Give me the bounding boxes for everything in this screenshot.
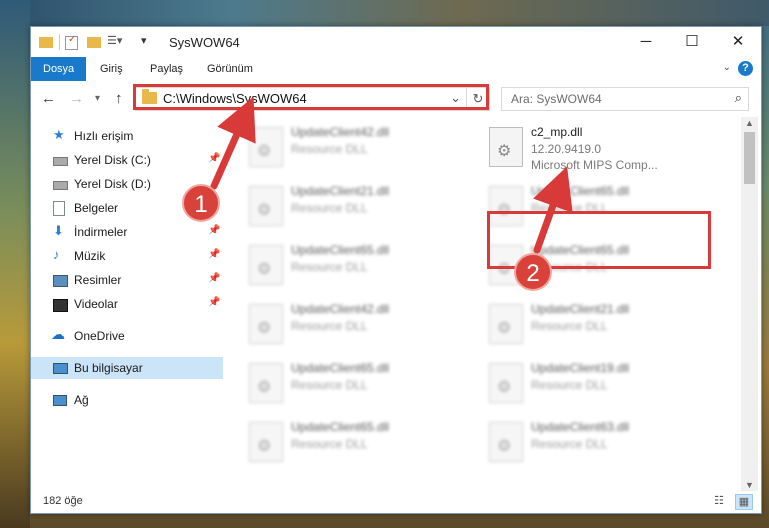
search-input[interactable]: Ara: SysWOW64 ⌕ [501,87,749,111]
pin-icon[interactable]: 📌 [208,225,220,236]
desktop-background-top [0,0,769,26]
close-button[interactable]: ✕ [715,27,761,57]
dll-file-icon: ⚙ [489,304,523,344]
download-icon: ⬇ [53,223,64,238]
file-tile[interactable]: ⚙ UpdateClient42.dll Resource DLL [243,300,468,354]
search-placeholder: Ara: SysWOW64 [511,92,602,106]
computer-icon [53,361,68,374]
pin-icon[interactable]: 📌 [208,153,220,164]
file-tile-c2-mp-dll[interactable]: ⚙ c2_mp.dll 12.20.9419.0 Microsoft MIPS … [483,123,708,177]
file-tile[interactable]: ⚙ UpdateClient63.dll Resource DLL [483,418,708,472]
details-view-icon[interactable]: ☷ [711,494,727,508]
file-tile[interactable]: ⚙ UpdateClient65.dll Resource DLL [243,241,468,295]
video-icon [53,297,68,312]
dll-file-icon: ⚙ [249,363,283,403]
file-tile[interactable]: ⚙ UpdateClient21.dll Resource DLL [483,300,708,354]
scroll-down-icon[interactable]: ▼ [741,480,758,490]
properties-icon[interactable]: ✓ [65,34,79,50]
star-icon: ★ [53,127,65,142]
pin-icon[interactable]: 📌 [208,297,220,308]
tiles-view-icon[interactable]: ▦ [735,494,753,510]
drive-icon [53,153,68,166]
address-highlight-box [133,84,489,110]
pin-icon[interactable]: 📌 [208,249,220,260]
pictures-icon [53,273,68,287]
vertical-scrollbar[interactable]: ▲ ▼ [741,117,758,491]
sidebar-item-videos[interactable]: Videolar 📌 [31,293,223,315]
pin-icon[interactable]: 📌 [208,273,220,284]
sidebar-item-downloads[interactable]: ⬇ İndirmeler 📌 [31,221,223,243]
recent-locations-icon[interactable]: ▾ [95,93,100,104]
new-folder-icon[interactable] [87,34,101,50]
back-arrow-icon[interactable]: ← [41,90,56,107]
ribbon-tabs: Dosya Giriş Paylaş Görünüm ⌄ ? [31,57,761,82]
chevron-down-icon[interactable]: ⌄ [723,62,731,73]
navigation-bar: ← → ▾ ↑ C:\Windows\SysWOW64 ⌄ ↻ Ara: Sys… [31,81,761,117]
tab-home[interactable]: Giriş [100,57,123,81]
tab-file[interactable]: Dosya [31,57,87,81]
sidebar-item-music[interactable]: ♪ Müzik 📌 [31,245,223,267]
separator [59,34,60,50]
dll-file-icon: ⚙ [249,127,283,167]
title-bar: ✓ ☰▾ ▾ SysWOW64 ─ ☐ ✕ [31,27,761,57]
dll-file-icon: ⚙ [249,304,283,344]
file-name: c2_mp.dll [531,125,583,139]
scrollbar-thumb[interactable] [744,132,755,184]
desktop-background-left [0,0,30,528]
sidebar-item-this-pc[interactable]: Bu bilgisayar [31,357,223,379]
file-description: Microsoft MIPS Comp... [531,158,658,172]
file-explorer-window: ✓ ☰▾ ▾ SysWOW64 ─ ☐ ✕ Dosya Giriş Paylaş… [30,26,762,514]
step-1-badge: 1 [182,184,220,222]
file-list: ⚙ UpdateClient42.dll Resource DLL ⚙ Upda… [225,117,741,491]
file-tile[interactable]: ⚙ UpdateClient65.dll Resource DLL [243,359,468,413]
music-icon: ♪ [53,247,60,262]
quick-access-dropdown-icon[interactable]: ▾ [141,34,151,50]
maximize-button[interactable]: ☐ [669,27,715,57]
file-tile[interactable]: ⚙ UpdateClient21.dll Resource DLL [243,182,468,236]
sidebar-item-disk-c[interactable]: Yerel Disk (C:) 📌 [31,149,223,171]
file-tile[interactable]: ⚙ UpdateClient42.dll Resource DLL [243,123,468,177]
document-icon [53,201,67,216]
dll-file-icon: ⚙ [489,127,523,167]
dll-file-icon: ⚙ [249,422,283,462]
forward-arrow-icon[interactable]: → [69,90,84,107]
network-icon [53,393,67,406]
tab-view[interactable]: Görünüm [207,57,253,81]
cloud-icon: ☁ [51,326,65,342]
tab-share[interactable]: Paylaş [150,57,183,81]
status-bar: 182 öğe ☷ ▦ [31,491,761,513]
folder-icon [39,34,53,50]
sidebar-item-quick-access[interactable]: ★ Hızlı erişim [31,125,223,147]
sidebar-item-network[interactable]: Ağ [31,389,223,411]
dll-file-icon: ⚙ [489,363,523,403]
item-count: 182 öğe [43,495,83,507]
minimize-button[interactable]: ─ [623,27,669,57]
drive-icon [53,177,68,190]
search-icon[interactable]: ⌕ [735,90,742,106]
up-arrow-icon[interactable]: ↑ [115,90,123,107]
sidebar-item-onedrive[interactable]: ☁ OneDrive [31,325,223,347]
dll-file-icon: ⚙ [489,422,523,462]
file-tile[interactable]: ⚙ UpdateClient19.dll Resource DLL [483,359,708,413]
dll-file-icon: ⚙ [249,245,283,285]
step-2-badge: 2 [514,253,552,291]
scroll-up-icon[interactable]: ▲ [741,118,758,128]
help-icon[interactable]: ? [738,61,753,76]
window-title: SysWOW64 [169,35,240,50]
customize-toolbar-icon[interactable]: ☰▾ [107,34,135,50]
dll-file-icon: ⚙ [249,186,283,226]
navigation-pane: ★ Hızlı erişim Yerel Disk (C:) 📌 Yerel D… [31,117,225,491]
sidebar-item-pictures[interactable]: Resimler 📌 [31,269,223,291]
file-tile[interactable]: ⚙ UpdateClient65.dll Resource DLL [243,418,468,472]
file-version: 12.20.9419.0 [531,142,602,156]
